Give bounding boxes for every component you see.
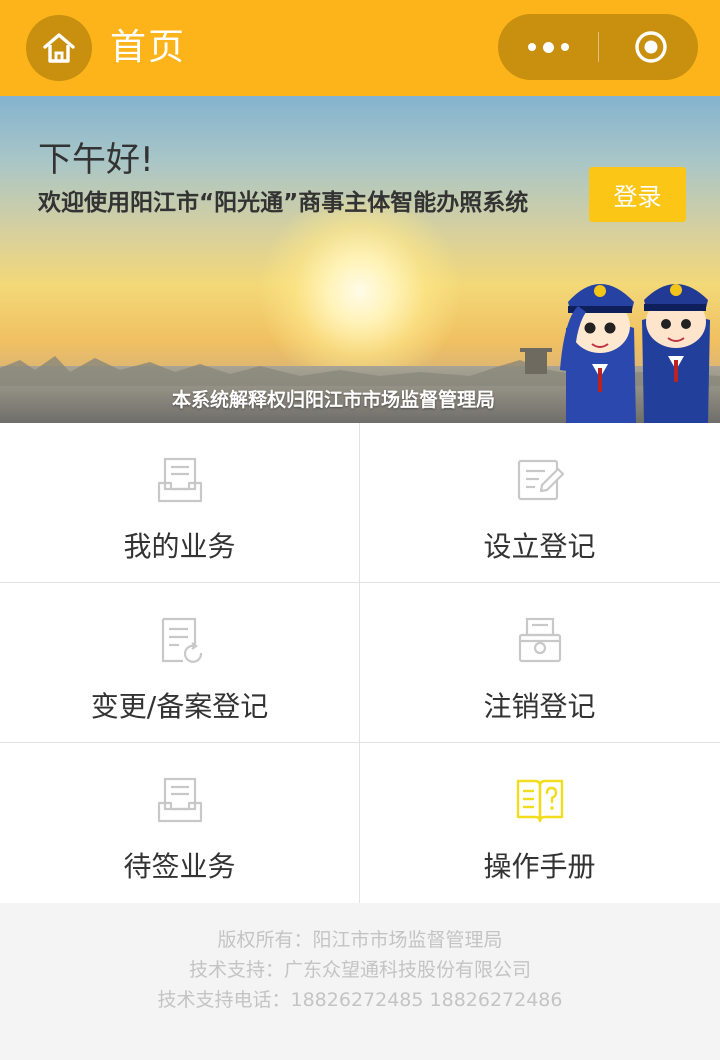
capsule-divider [598,32,599,62]
menu-item-label: 注销登记 [483,690,596,723]
menu-item-deregistration[interactable]: 注销登记 [360,583,719,742]
police-mascots-illustration [560,284,710,423]
menu-item-my-business[interactable]: 我的业务 [0,423,359,582]
more-dots-icon-center [542,41,554,53]
document-tray-icon [157,777,202,823]
page-title: 首页 [110,27,187,68]
menu-item-change-registration[interactable]: 变更/备案登记 [0,583,359,742]
mascot-left [560,284,636,423]
mini-program-capsule [498,14,698,80]
document-refresh-icon [161,617,202,663]
mascot-right [642,284,710,423]
menu-item-establish-registration[interactable]: 设立登记 [360,423,719,582]
document-tray-icon [157,457,202,503]
greeting-text: 下午好! [38,140,154,180]
top-nav-bar: 首页 [0,0,720,96]
welcome-banner: 下午好! 欢迎使用阳江市“阳光通”商事主体智能办照系统 登录 本系统解释权归阳江… [0,96,720,423]
copyright-text: 版权所有：阳江市市场监督管理局 [217,929,503,951]
home-icon [43,33,75,63]
help-book-icon [516,779,563,823]
service-menu-grid: 我的业务 设立登记 变更/备案登记 注销登记 待签业务 操作手册 [0,423,720,903]
home-button[interactable] [26,15,92,81]
welcome-text: 欢迎使用阳江市“阳光通”商事主体智能办照系统 [38,190,529,216]
login-button[interactable]: 登录 [589,167,686,222]
menu-item-label: 设立登记 [483,530,596,563]
copyright-footer: 版权所有：阳江市市场监督管理局 技术支持：广东众望通科技股份有限公司 技术支持电… [0,903,720,1060]
menu-item-user-manual[interactable]: 操作手册 [360,743,719,902]
menu-item-label: 变更/备案登记 [90,690,269,723]
interpretation-note: 本系统解释权归阳江市市场监督管理局 [172,389,496,411]
more-dots-icon-right [560,43,569,51]
more-dots-icon [527,43,536,51]
target-circle-icon[interactable] [634,30,668,64]
menu-item-label: 操作手册 [483,850,596,883]
menu-item-label: 我的业务 [123,530,236,563]
tech-support-text: 技术支持：广东众望通科技股份有限公司 [188,959,531,981]
printer-icon [518,617,561,663]
support-phone-text: 技术支持电话：18826272485 18826272486 [157,989,563,1011]
menu-item-label: 待签业务 [123,850,236,883]
menu-item-pending-signature[interactable]: 待签业务 [0,743,359,902]
edit-document-icon [517,459,564,501]
more-button[interactable] [498,14,598,80]
